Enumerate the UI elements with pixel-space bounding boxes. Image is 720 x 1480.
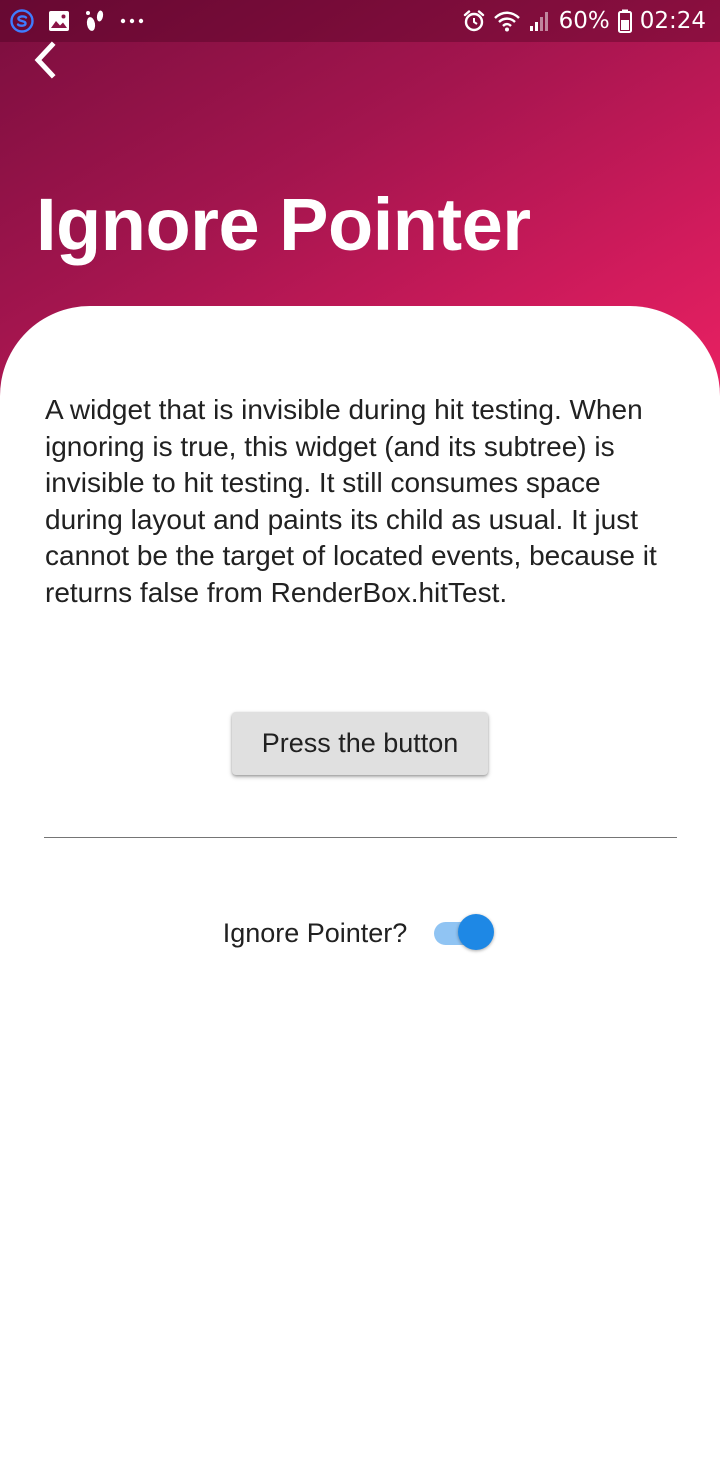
battery-icon xyxy=(617,9,632,33)
wifi-icon xyxy=(493,10,521,32)
press-button[interactable]: Press the button xyxy=(232,712,488,775)
battery-percent: 60% xyxy=(558,8,610,34)
switch-thumb xyxy=(458,914,495,950)
back-button[interactable] xyxy=(24,40,64,84)
toggle-label: Ignore Pointer? xyxy=(222,917,408,948)
status-right-icons: 60% 02:24 xyxy=(463,8,706,34)
page-title: Ignore Pointer xyxy=(36,183,531,266)
chevron-left-icon xyxy=(30,40,58,85)
status-left-icons xyxy=(10,9,144,33)
more-dots-icon xyxy=(120,17,144,25)
description-text: A widget that is invisible during hit te… xyxy=(45,394,657,608)
s-app-icon xyxy=(10,9,34,33)
screen: 60% 02:24 Ignore Pointer A widget that i… xyxy=(0,0,720,1480)
alarm-icon xyxy=(463,10,485,32)
status-bar: 60% 02:24 xyxy=(0,0,720,42)
ignore-pointer-row: Ignore Pointer? xyxy=(0,900,720,966)
status-time: 02:24 xyxy=(639,8,706,34)
signal-icon xyxy=(529,10,551,32)
divider xyxy=(44,837,677,838)
usb-debug-icon xyxy=(84,9,106,33)
ignore-pointer-switch[interactable] xyxy=(431,911,497,955)
gallery-icon xyxy=(48,10,70,32)
